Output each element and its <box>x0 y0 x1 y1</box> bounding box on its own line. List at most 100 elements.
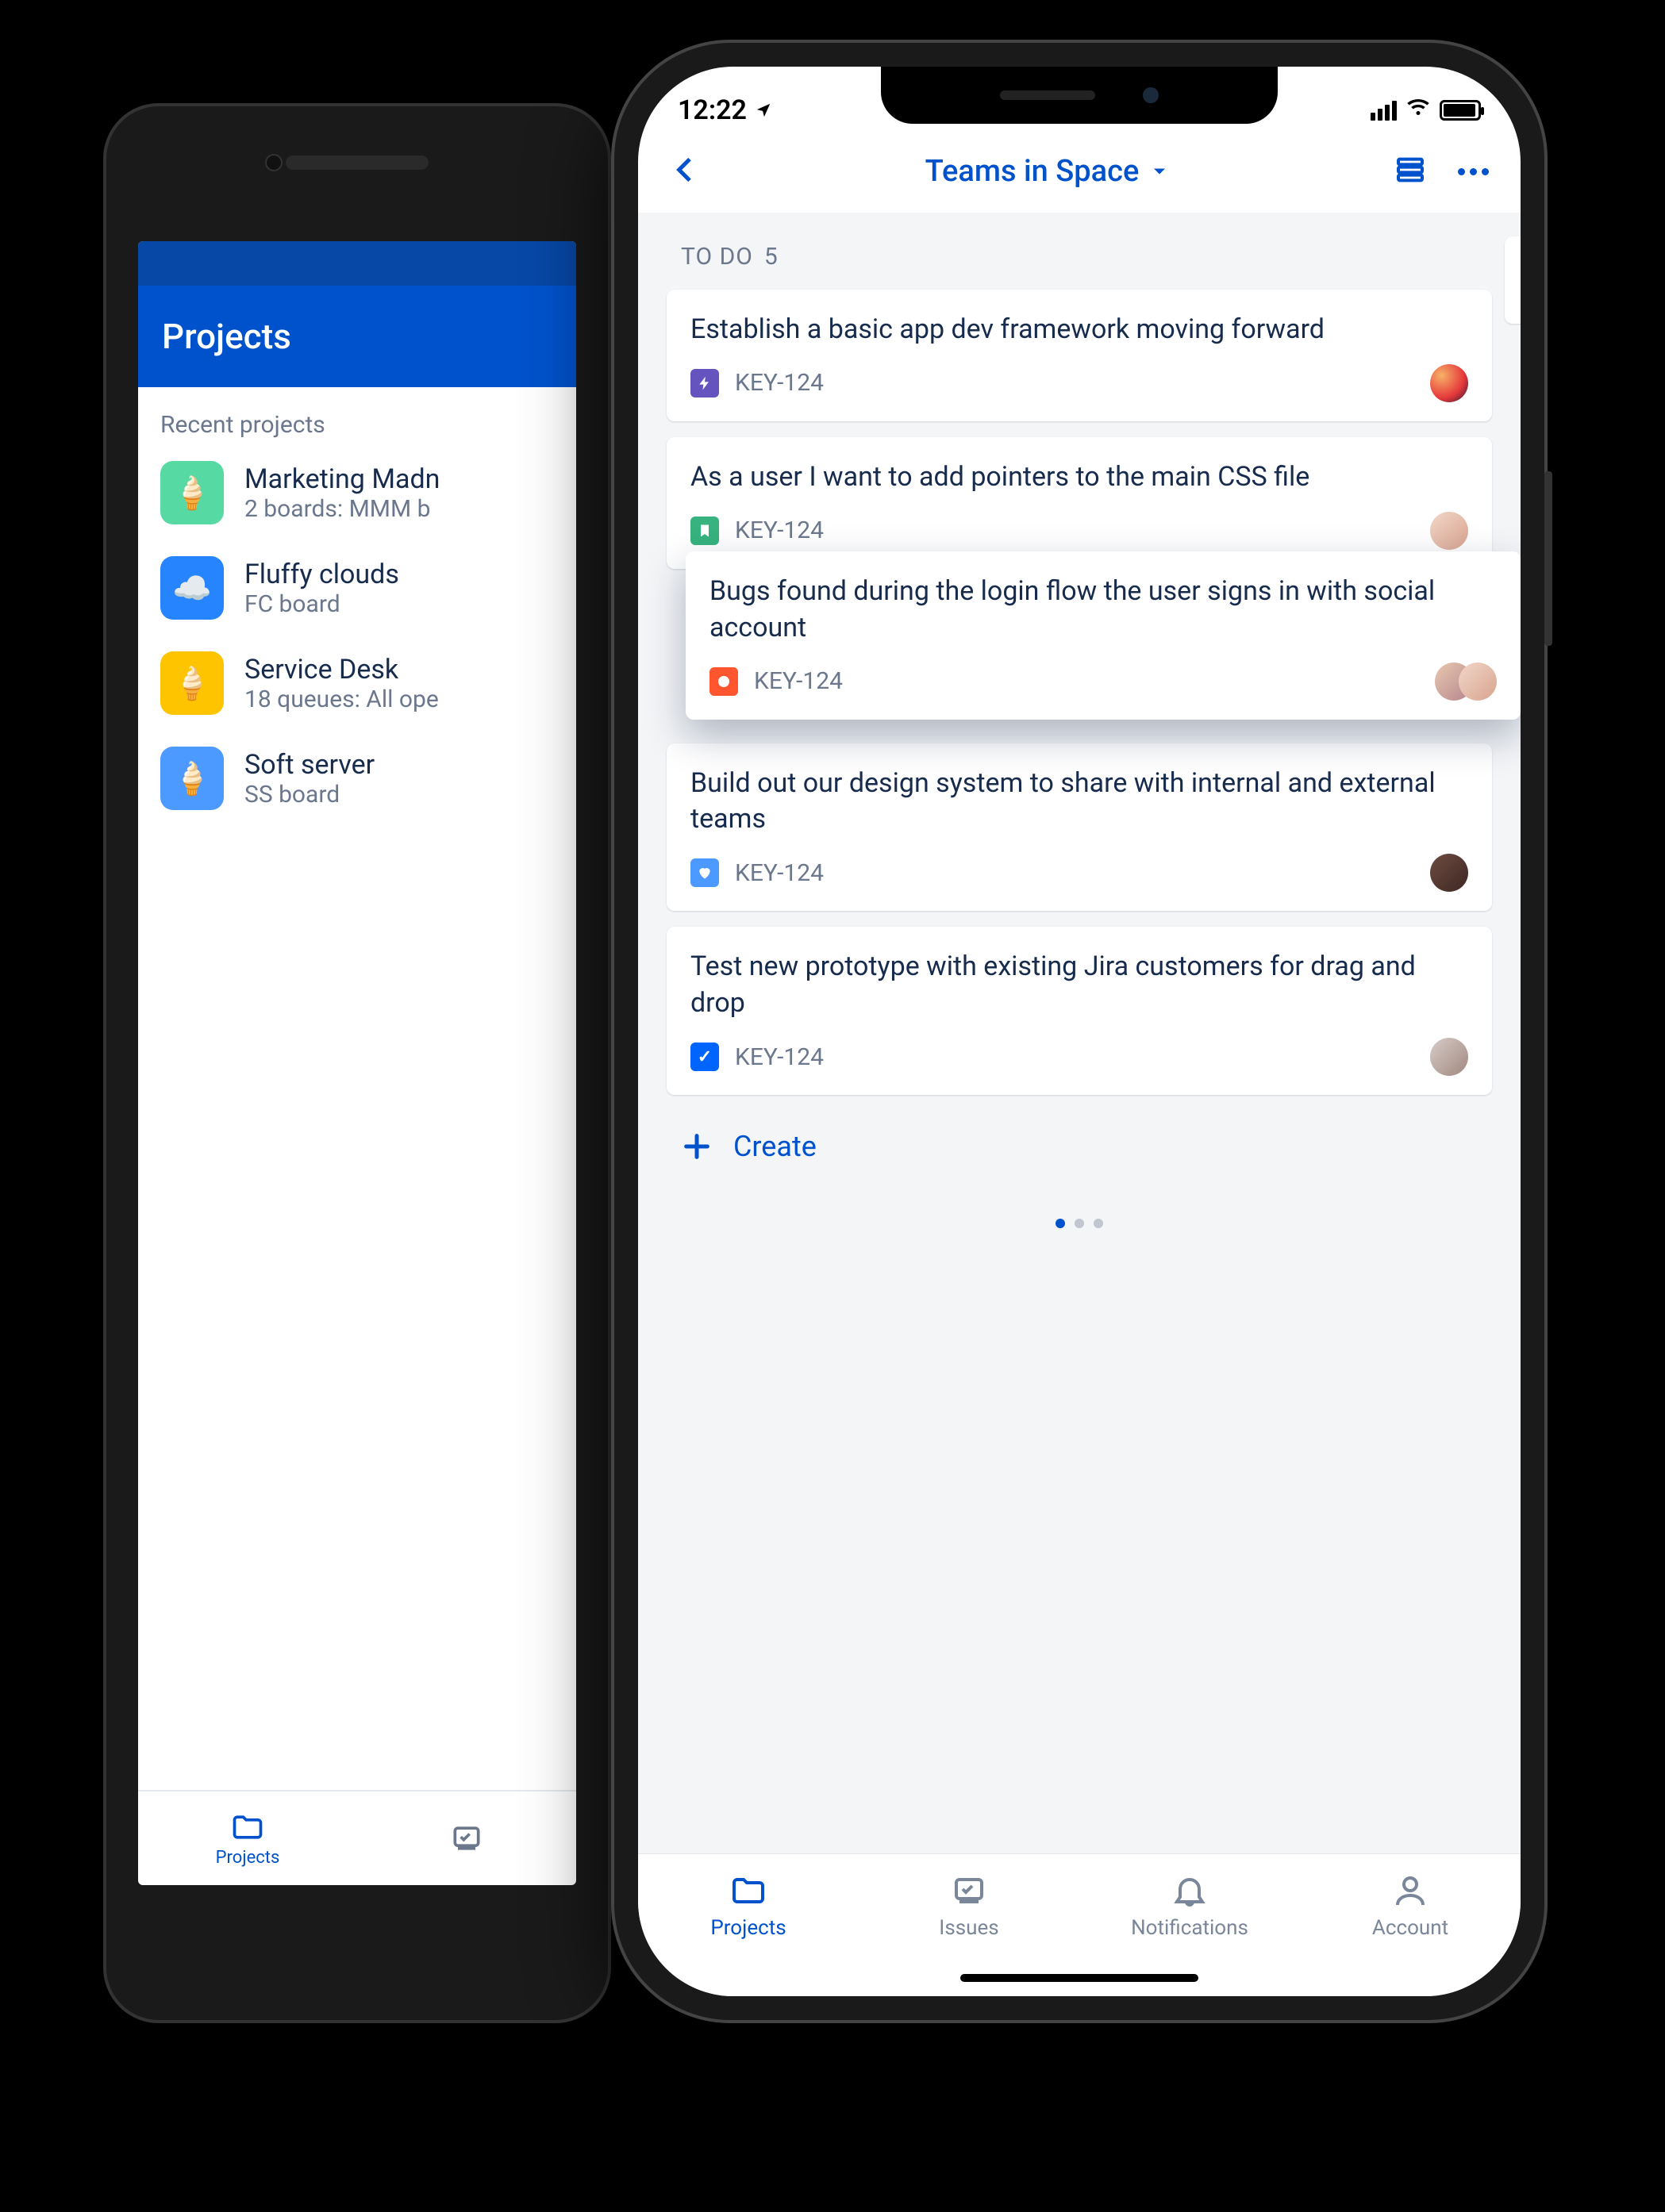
project-name: Fluffy clouds <box>244 559 399 590</box>
page-dot-active <box>1056 1219 1065 1228</box>
tab-label: Notifications <box>1131 1916 1248 1940</box>
card-title: Establish a basic app dev framework movi… <box>690 312 1468 348</box>
page-dot <box>1094 1219 1103 1228</box>
dot-icon <box>1470 168 1477 175</box>
project-row[interactable]: 🍦 Soft server SS board <box>160 747 554 810</box>
recent-projects-label: Recent projects <box>160 411 554 439</box>
tab-label: Account <box>1372 1916 1448 1940</box>
issues-icon <box>950 1872 988 1910</box>
issue-key: KEY-124 <box>735 369 824 397</box>
check-icon: ✓ <box>698 1047 712 1067</box>
project-name: Marketing Madn <box>244 463 440 495</box>
card-title: Bugs found during the login flow the use… <box>709 574 1497 647</box>
board-title: Teams in Space <box>925 154 1140 189</box>
location-icon <box>755 102 772 119</box>
project-row[interactable]: 🍦 Service Desk 18 queues: All ope <box>160 651 554 715</box>
issue-key: KEY-124 <box>735 1043 824 1071</box>
android-phone-frame: Projects Recent projects 🍦 Marketing Mad… <box>103 103 611 2023</box>
issue-key: KEY-124 <box>735 859 824 887</box>
tab-label: Projects <box>710 1916 786 1940</box>
chevron-down-icon <box>1148 160 1171 182</box>
issue-card[interactable]: Establish a basic app dev framework movi… <box>667 290 1492 421</box>
create-label: Create <box>733 1130 817 1163</box>
android-screen: Projects Recent projects 🍦 Marketing Mad… <box>138 241 576 1885</box>
folder-icon <box>230 1810 265 1845</box>
board-selector[interactable]: Teams in Space <box>925 154 1171 189</box>
issue-card[interactable]: Test new prototype with existing Jira cu… <box>667 927 1492 1095</box>
back-button[interactable] <box>670 154 702 189</box>
wifi-icon <box>1406 94 1430 126</box>
issue-card-dragging[interactable]: Bugs found during the login flow the use… <box>686 551 1521 720</box>
create-issue-button[interactable]: Create <box>667 1111 1492 1195</box>
circle-icon <box>718 676 729 687</box>
issue-key: KEY-124 <box>735 517 824 544</box>
task-type-icon: ✓ <box>690 1043 719 1071</box>
todo-column: TO DO 5 Establish a basic app dev framew… <box>667 236 1492 1252</box>
project-name: Service Desk <box>244 654 439 685</box>
card-title: Build out our design system to share wit… <box>690 766 1468 839</box>
feature-type-icon <box>690 858 719 887</box>
story-type-icon <box>690 517 719 545</box>
project-row[interactable]: ☁️ Fluffy clouds FC board <box>160 556 554 620</box>
tab-account[interactable]: Account <box>1300 1854 1521 1996</box>
home-indicator[interactable] <box>960 1974 1198 1982</box>
project-icon: ☁️ <box>160 556 224 620</box>
android-speaker <box>286 156 429 170</box>
plus-icon <box>681 1131 713 1162</box>
project-subtitle: FC board <box>244 590 399 618</box>
issue-card[interactable]: As a user I want to add pointers to the … <box>667 437 1492 569</box>
folder-icon <box>729 1872 767 1910</box>
issue-card[interactable]: Build out our design system to share wit… <box>667 743 1492 912</box>
columns-view-button[interactable] <box>1394 154 1426 189</box>
assignee-avatar[interactable] <box>1430 1038 1468 1076</box>
status-time: 12:22 <box>678 94 747 126</box>
ios-navbar: Teams in Space <box>638 138 1521 213</box>
android-camera <box>265 154 283 171</box>
project-subtitle: SS board <box>244 781 375 808</box>
page-indicator <box>667 1195 1492 1252</box>
battery-icon <box>1440 100 1481 121</box>
iphone-side-button <box>1544 471 1552 646</box>
chevron-left-icon <box>670 154 702 186</box>
columns-icon <box>1394 154 1426 186</box>
card-title: As a user I want to add pointers to the … <box>690 459 1468 496</box>
heart-icon <box>697 865 713 881</box>
project-icon: 🍦 <box>160 651 224 715</box>
project-name: Soft server <box>244 749 375 781</box>
dot-icon <box>1482 168 1489 175</box>
issue-key: KEY-124 <box>754 667 843 695</box>
project-subtitle: 18 queues: All ope <box>244 685 439 713</box>
signal-icon <box>1371 101 1397 121</box>
android-statusbar <box>138 241 576 286</box>
project-icon: 🍦 <box>160 461 224 524</box>
assignee-avatar[interactable] <box>1430 364 1468 402</box>
tab-issues[interactable] <box>357 1821 576 1856</box>
more-button[interactable] <box>1458 168 1489 175</box>
account-icon <box>1391 1872 1429 1910</box>
assignee-avatar-stack[interactable] <box>1435 662 1497 701</box>
bookmark-icon <box>697 523 713 539</box>
assignee-avatar[interactable] <box>1430 854 1468 892</box>
android-header-title: Projects <box>162 316 291 357</box>
android-header: Projects <box>138 286 576 387</box>
column-header: TO DO 5 <box>667 236 1492 290</box>
board-column-area[interactable]: TO DO 5 Establish a basic app dev framew… <box>638 213 1521 1853</box>
bell-icon <box>1171 1872 1209 1910</box>
android-projects-list: Recent projects 🍦 Marketing Madn 2 board… <box>138 387 576 1790</box>
tab-projects[interactable]: Projects <box>638 1854 859 1996</box>
page-dot <box>1075 1219 1084 1228</box>
card-title: Test new prototype with existing Jira cu… <box>690 949 1468 1022</box>
tab-label: Projects <box>216 1848 280 1868</box>
android-tabbar: Projects <box>138 1790 576 1885</box>
iphone-notch <box>881 67 1278 124</box>
project-row[interactable]: 🍦 Marketing Madn 2 boards: MMM b <box>160 461 554 524</box>
assignee-avatar[interactable] <box>1430 512 1468 550</box>
bug-type-icon <box>709 667 738 696</box>
iphone-frame: 12:22 Teams in Space <box>611 40 1548 2023</box>
project-subtitle: 2 boards: MMM b <box>244 495 440 523</box>
assignee-avatar <box>1459 662 1497 701</box>
iphone-screen: 12:22 Teams in Space <box>638 67 1521 1996</box>
tab-projects[interactable]: Projects <box>138 1810 357 1868</box>
column-label: TO DO <box>681 243 753 271</box>
epic-type-icon <box>690 369 719 397</box>
